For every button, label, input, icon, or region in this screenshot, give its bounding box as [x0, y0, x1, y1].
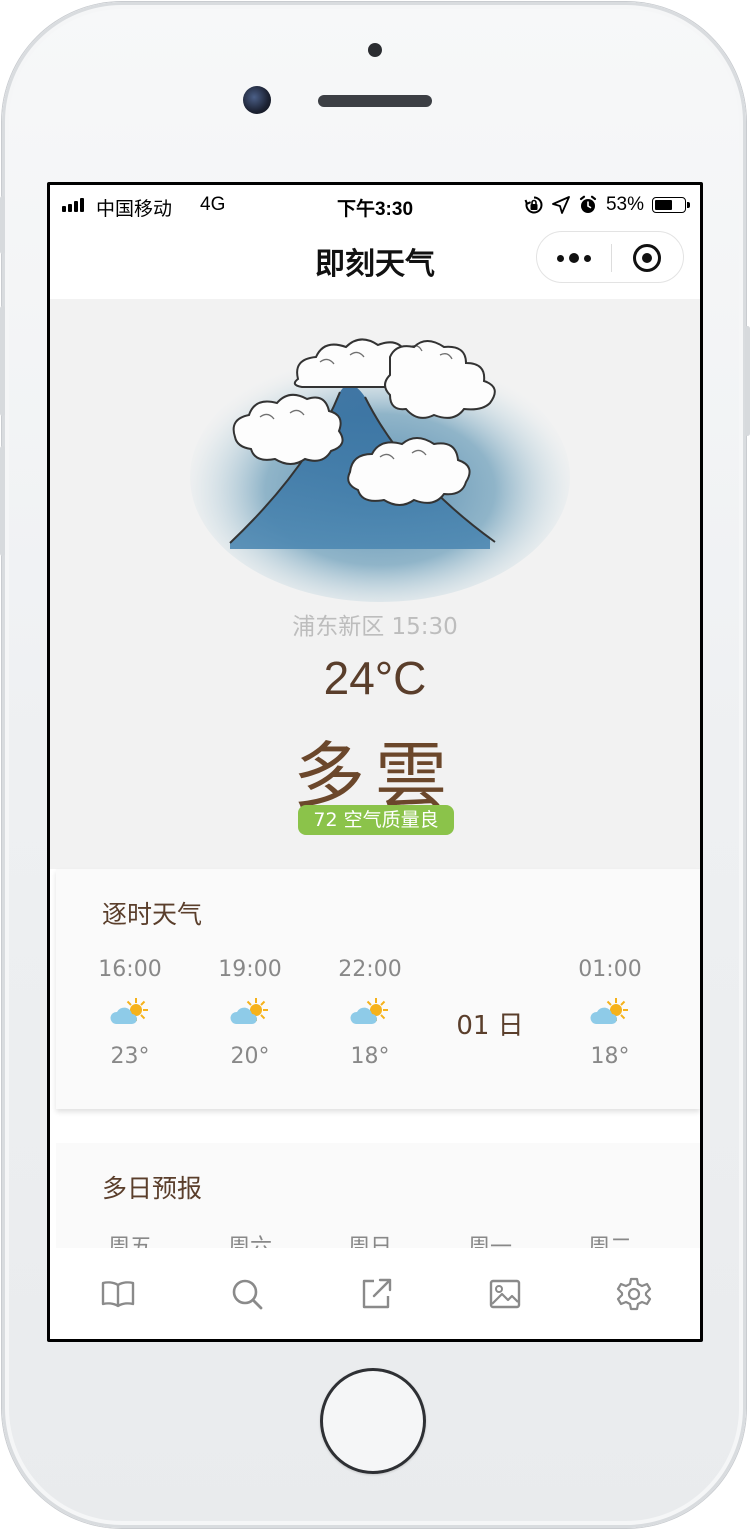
alarm-clock-icon — [579, 195, 597, 213]
gear-icon[interactable] — [614, 1274, 654, 1314]
hourly-item: 22:00 18° — [310, 957, 430, 1069]
proximity-sensor — [368, 43, 382, 57]
power-button — [745, 326, 750, 436]
daily-title: 多日预报 — [102, 1174, 203, 1203]
hourly-time: 16:00 — [98, 957, 162, 982]
capsule-divider — [611, 244, 612, 272]
partly-cloudy-icon — [350, 996, 390, 1028]
cloudy-mountain-illustration — [190, 338, 570, 602]
tab-bar — [50, 1248, 700, 1339]
more-dots-icon[interactable] — [537, 232, 611, 284]
hourly-temp: 23° — [110, 1044, 150, 1069]
share-icon[interactable] — [356, 1274, 396, 1314]
partly-cloudy-icon — [110, 996, 150, 1028]
rotation-lock-icon — [524, 196, 543, 214]
navigation-bar: 即刻天气 — [50, 225, 700, 299]
hourly-item: 19:00 20° — [190, 957, 310, 1069]
hourly-temp: 18° — [590, 1044, 630, 1069]
hourly-time: 22:00 — [338, 957, 402, 982]
hourly-time: 19:00 — [218, 957, 282, 982]
battery-icon — [652, 197, 690, 213]
book-icon[interactable] — [98, 1274, 138, 1314]
hourly-item: 01:00 18° — [550, 957, 670, 1069]
app-screen: 中国移动 4G 下午3:30 53% 即刻天气 浦东新区 15:30 24°C … — [50, 185, 700, 1339]
status-bar: 中国移动 4G 下午3:30 53% — [50, 185, 700, 225]
day-marker: 01 日 — [456, 1011, 524, 1041]
hourly-temp: 20° — [230, 1044, 270, 1069]
air-quality-badge[interactable]: 72 空气质量良 — [298, 805, 454, 835]
location-time: 浦东新区 15:30 — [292, 614, 458, 640]
mute-switch — [0, 196, 5, 254]
image-icon[interactable] — [485, 1274, 525, 1314]
current-weather-hero: 浦东新区 15:30 24°C 多雲 72 空气质量良 — [50, 299, 700, 869]
volume-up-button — [0, 306, 5, 416]
hourly-temp: 18° — [350, 1044, 390, 1069]
hourly-forecast-card[interactable]: 逐时天气 16:00 23° 19:00 20° 22:00 18° 01 日 … — [56, 869, 700, 1109]
battery-fill — [655, 200, 672, 210]
partly-cloudy-icon — [230, 996, 270, 1028]
location-arrow-icon — [552, 196, 570, 214]
earpiece-speaker — [318, 95, 432, 107]
partly-cloudy-icon — [590, 996, 630, 1028]
status-right: 53% — [524, 194, 690, 216]
hourly-title: 逐时天气 — [102, 900, 203, 929]
battery-percent: 53% — [605, 194, 644, 215]
current-temperature: 24°C — [323, 652, 427, 704]
search-icon[interactable] — [227, 1274, 267, 1314]
home-button[interactable] — [320, 1368, 426, 1474]
hourly-item: 16:00 23° — [70, 957, 190, 1069]
target-close-icon[interactable] — [633, 244, 661, 272]
volume-down-button — [0, 446, 5, 556]
front-camera — [243, 86, 271, 114]
screen: 中国移动 4G 下午3:30 53% 即刻天气 浦东新区 15:30 24°C … — [47, 182, 703, 1342]
hourly-time: 01:00 — [578, 957, 642, 982]
mini-program-capsule — [536, 231, 684, 283]
